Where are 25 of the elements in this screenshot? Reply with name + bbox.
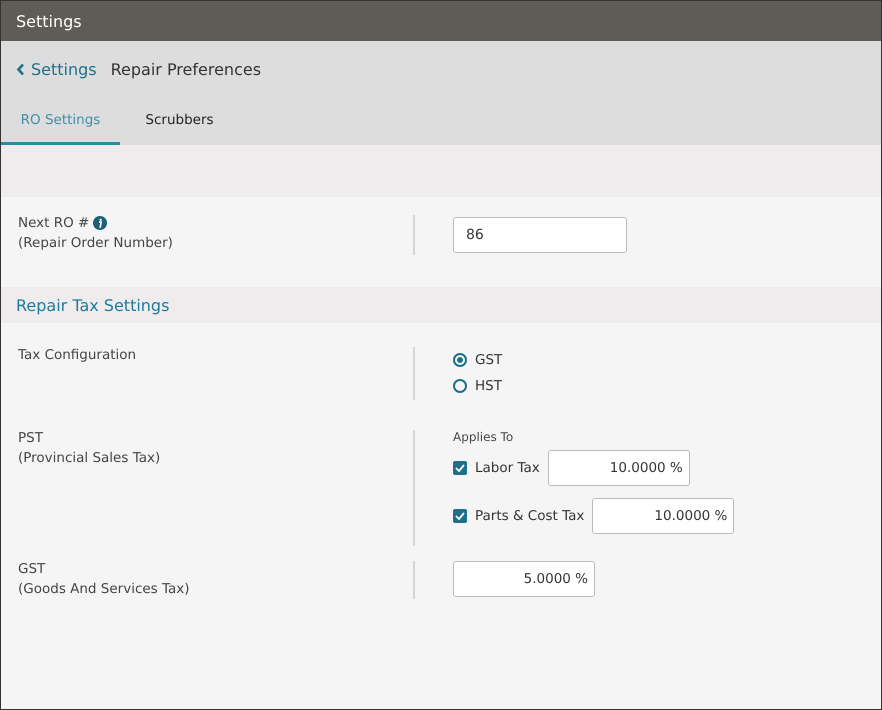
page-title: Repair Preferences bbox=[110, 60, 262, 78]
field-label: PST bbox=[18, 430, 44, 446]
back-link[interactable]: Settings bbox=[16, 60, 97, 78]
applies-to-label: Applies To bbox=[453, 430, 514, 444]
info-icon[interactable] bbox=[93, 216, 108, 230]
field-sublabel: (Goods And Services Tax) bbox=[18, 581, 191, 597]
percent-field[interactable]: 5.0000 % bbox=[453, 561, 595, 597]
checkbox[interactable] bbox=[453, 461, 467, 475]
field-label: GST bbox=[18, 561, 46, 577]
input-field[interactable]: 86 bbox=[453, 217, 627, 253]
checkbox-label: Labor Tax bbox=[475, 460, 540, 476]
section-title: Repair Tax Settings bbox=[16, 296, 170, 314]
chevron-left-icon bbox=[16, 62, 25, 76]
radio-option[interactable]: HST bbox=[453, 373, 881, 399]
percent-field[interactable]: 10.0000 % bbox=[548, 450, 690, 486]
checkbox[interactable] bbox=[453, 509, 467, 523]
tab[interactable]: Scrubbers bbox=[120, 97, 239, 145]
window-title: Settings bbox=[16, 12, 82, 30]
field-sublabel: (Repair Order Number) bbox=[18, 235, 174, 251]
checkbox-label: Parts & Cost Tax bbox=[475, 508, 584, 524]
field-label: Next RO # bbox=[18, 215, 90, 231]
radio-option[interactable]: GST bbox=[453, 347, 881, 373]
percent-field[interactable]: 10.0000 % bbox=[592, 498, 734, 534]
field-label: Tax Configuration bbox=[18, 347, 138, 363]
field-sublabel: (Provincial Sales Tax) bbox=[18, 450, 162, 466]
